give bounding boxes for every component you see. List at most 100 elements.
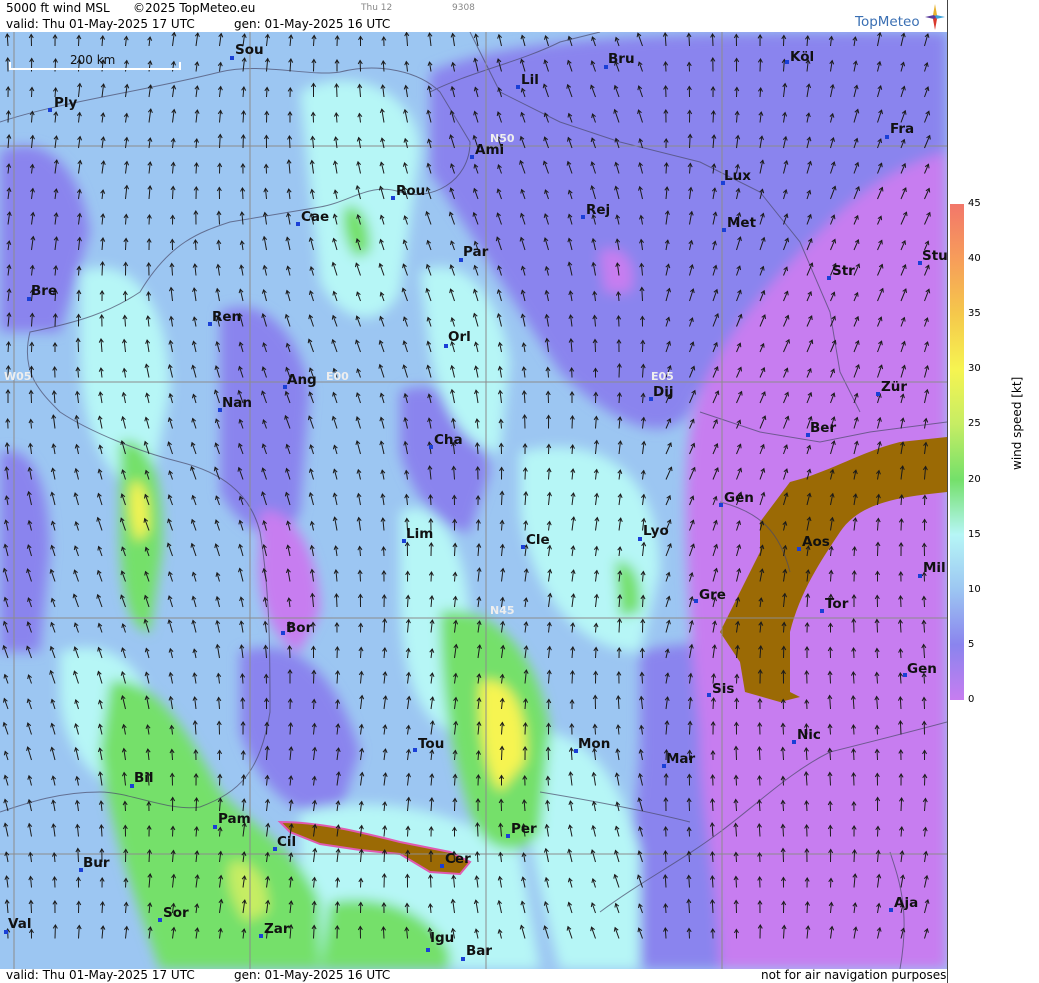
city-label-ami: Ami: [475, 142, 504, 158]
scale-bar-label: 200 km: [70, 53, 115, 67]
city-label-gen-geneva: Gen: [724, 490, 754, 506]
city-label-rej: Rej: [586, 202, 610, 218]
wind-arrow: [30, 900, 32, 914]
city-label-igu: Igu: [430, 930, 454, 946]
wind-arrow: [288, 135, 291, 149]
wind-arrow: [454, 543, 456, 557]
wind-arrow: [594, 339, 596, 353]
city-label-ber: Ber: [810, 420, 836, 436]
topmeteo-logo: TopMeteo: [855, 4, 945, 32]
wind-arrow: [618, 618, 621, 633]
city-label-lim: Lim: [406, 526, 433, 542]
city-label-sor: Sor: [163, 905, 189, 921]
city-label-cae: Cae: [301, 209, 329, 225]
city-label-nic: Nic: [797, 727, 821, 743]
wind-arrow: [900, 518, 902, 531]
city-label-sou: Sou: [235, 42, 264, 58]
city-label-per: Per: [511, 821, 537, 837]
city-label-cer: Cer: [445, 851, 471, 867]
wind-arrow: [641, 287, 643, 302]
wind-arrow: [876, 749, 878, 761]
wind-arrow: [501, 491, 503, 506]
colorbar-tick-label: 5: [968, 638, 975, 650]
grid-label-w05: W05: [4, 370, 31, 383]
wind-arrow: [54, 876, 56, 888]
city-label-tor: Tor: [825, 596, 849, 612]
colorbar-tick-label: 10: [968, 583, 981, 595]
copyright-text: ©2025 TopMeteo.eu: [133, 1, 256, 15]
city-label-rou: Rou: [396, 183, 425, 199]
wind-arrow: [571, 670, 574, 684]
city-label-lux: Lux: [724, 168, 751, 184]
grid-label-e05: E05: [651, 370, 674, 383]
wind-arrow: [148, 849, 151, 863]
wind-arrow: [501, 746, 503, 761]
city-label-kol: Köl: [790, 49, 814, 65]
disclaimer-text: not for air navigation purposes: [761, 968, 947, 982]
compass-star-icon: [925, 4, 945, 30]
colorbar-tick-label: 20: [968, 473, 981, 485]
city-label-nan: Nan: [222, 395, 252, 411]
wind-arrow: [313, 925, 315, 939]
city-label-zur: Zür: [881, 379, 907, 395]
wind-arrow: [54, 313, 56, 327]
city-label-gre: Gre: [699, 587, 726, 603]
wind-arrow: [7, 110, 10, 123]
city-label-zar: Zar: [264, 921, 290, 937]
wind-arrow: [78, 290, 80, 302]
city-label-bre: Bre: [31, 283, 57, 299]
city-label-mon: Mon: [578, 736, 610, 752]
valid-time: valid: Thu 01-May-2025 17 UTC: [6, 17, 195, 31]
wind-arrow: [712, 110, 715, 123]
city-label-mil: Mil: [923, 560, 946, 576]
wind-map[interactable]: N50 N45 W05 E00 E05 200 km Sou Bru Köl L…: [0, 32, 947, 969]
city-label-bil: Bil: [134, 770, 154, 786]
city-label-lyo: Lyo: [643, 523, 669, 539]
wind-arrow: [524, 467, 526, 480]
run-day-label: Thu 12: [361, 3, 393, 13]
city-label-tou: Tou: [418, 736, 444, 752]
city-label-mar: Mar: [666, 751, 696, 767]
wind-arrow: [618, 363, 620, 378]
city-label-orl: Orl: [448, 329, 471, 345]
wind-speed-colorbar: [950, 204, 964, 700]
colorbar-tick-label: 45: [968, 198, 981, 209]
city-label-sis: Sis: [712, 681, 734, 697]
city-label-ply: Ply: [54, 95, 78, 111]
wind-arrow: [382, 926, 385, 939]
colorbar-tick-label: 25: [968, 418, 981, 430]
wind-arrow: [618, 315, 620, 327]
wind-arrow: [759, 58, 761, 72]
wind-arrow: [899, 720, 902, 735]
wind-arrow: [877, 542, 879, 557]
wind-arrow: [689, 721, 691, 735]
wind-arrow: [241, 187, 244, 200]
wind-arrow: [524, 722, 526, 735]
city-label-bar: Bar: [466, 943, 492, 959]
wind-arrow: [218, 211, 220, 225]
run-code-label: 9308: [452, 3, 475, 13]
wind-arrow: [101, 261, 104, 276]
wind-arrow: [735, 746, 737, 761]
wind-arrow: [923, 697, 925, 710]
city-label-fra: Fra: [890, 121, 914, 137]
colorbar-title: wind speed [kt]: [1010, 376, 1024, 470]
wind-arrow: [454, 798, 456, 812]
wind-arrow: [571, 415, 573, 429]
wind-arrow: [429, 874, 432, 888]
grid-label-e00: E00: [326, 370, 349, 383]
wind-arrow: [476, 822, 479, 837]
wind-arrow: [829, 671, 831, 684]
wind-arrow: [876, 619, 878, 633]
wind-arrow: [853, 772, 855, 786]
wind-arrow: [853, 849, 856, 863]
wind-arrow: [735, 876, 737, 888]
city-label-val: Val: [8, 916, 31, 932]
colorbar-tick-label: 0: [968, 694, 975, 705]
city-label-gen-genoa: Gen: [907, 661, 937, 677]
wind-arrow: [266, 722, 268, 735]
wind-arrow: [899, 696, 902, 710]
wind-arrow: [195, 797, 198, 812]
wind-arrow: [336, 83, 338, 98]
city-label-par: Par: [463, 244, 489, 260]
